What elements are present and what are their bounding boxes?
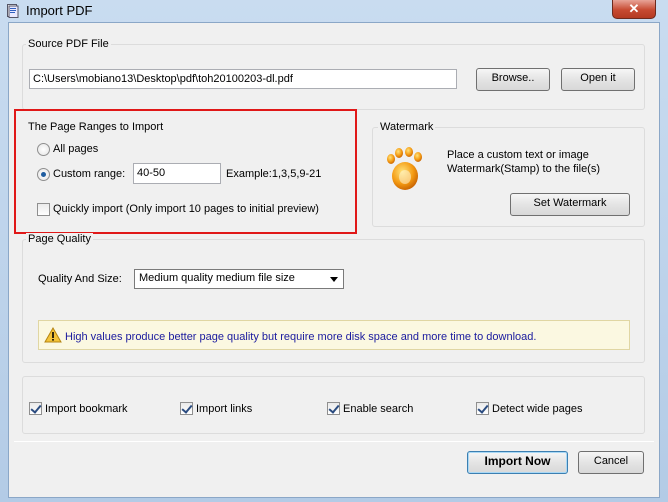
source-path-input[interactable]: C:\Users\mobiano13\Desktop\pdf\toh201002… [29, 69, 457, 89]
open-it-button[interactable]: Open it [561, 68, 635, 91]
window-title: Import PDF [26, 3, 93, 18]
watermark-description-line1: Place a custom text or image [447, 149, 589, 161]
quality-warning-text: High values produce better page quality … [65, 331, 537, 343]
import-bookmark-label[interactable]: Import bookmark [45, 403, 128, 415]
watermark-legend: Watermark [378, 121, 436, 133]
import-links-checkbox[interactable] [180, 402, 193, 415]
highlight-annotation-box [14, 109, 357, 234]
title-bar[interactable]: Import PDF [0, 0, 668, 22]
chevron-down-icon[interactable] [330, 277, 338, 282]
detect-wide-pages-checkbox[interactable] [476, 402, 489, 415]
warning-icon [44, 326, 62, 343]
import-links-label[interactable]: Import links [196, 403, 252, 415]
import-now-button[interactable]: Import Now [467, 451, 568, 474]
app-icon [7, 4, 19, 18]
enable-search-checkbox[interactable] [327, 402, 340, 415]
cancel-button[interactable]: Cancel [578, 451, 644, 474]
import-bookmark-checkbox[interactable] [29, 402, 42, 415]
page-quality-legend: Page Quality [26, 233, 93, 245]
quality-select[interactable]: Medium quality medium file size [134, 269, 344, 289]
set-watermark-button[interactable]: Set Watermark [510, 193, 630, 216]
source-pdf-legend: Source PDF File [26, 38, 111, 50]
close-icon: ✕ [628, 1, 640, 16]
quality-selected-value: Medium quality medium file size [139, 272, 295, 284]
watermark-description-line2: Watermark(Stamp) to the file(s) [447, 163, 601, 175]
footer-separator [14, 441, 654, 442]
detect-wide-pages-label[interactable]: Detect wide pages [492, 403, 583, 415]
quality-size-label: Quality And Size: [38, 273, 122, 285]
enable-search-label[interactable]: Enable search [343, 403, 413, 415]
watermark-footprint-icon [385, 146, 425, 192]
browse-button[interactable]: Browse.. [476, 68, 550, 91]
close-button[interactable]: ✕ [612, 0, 656, 19]
